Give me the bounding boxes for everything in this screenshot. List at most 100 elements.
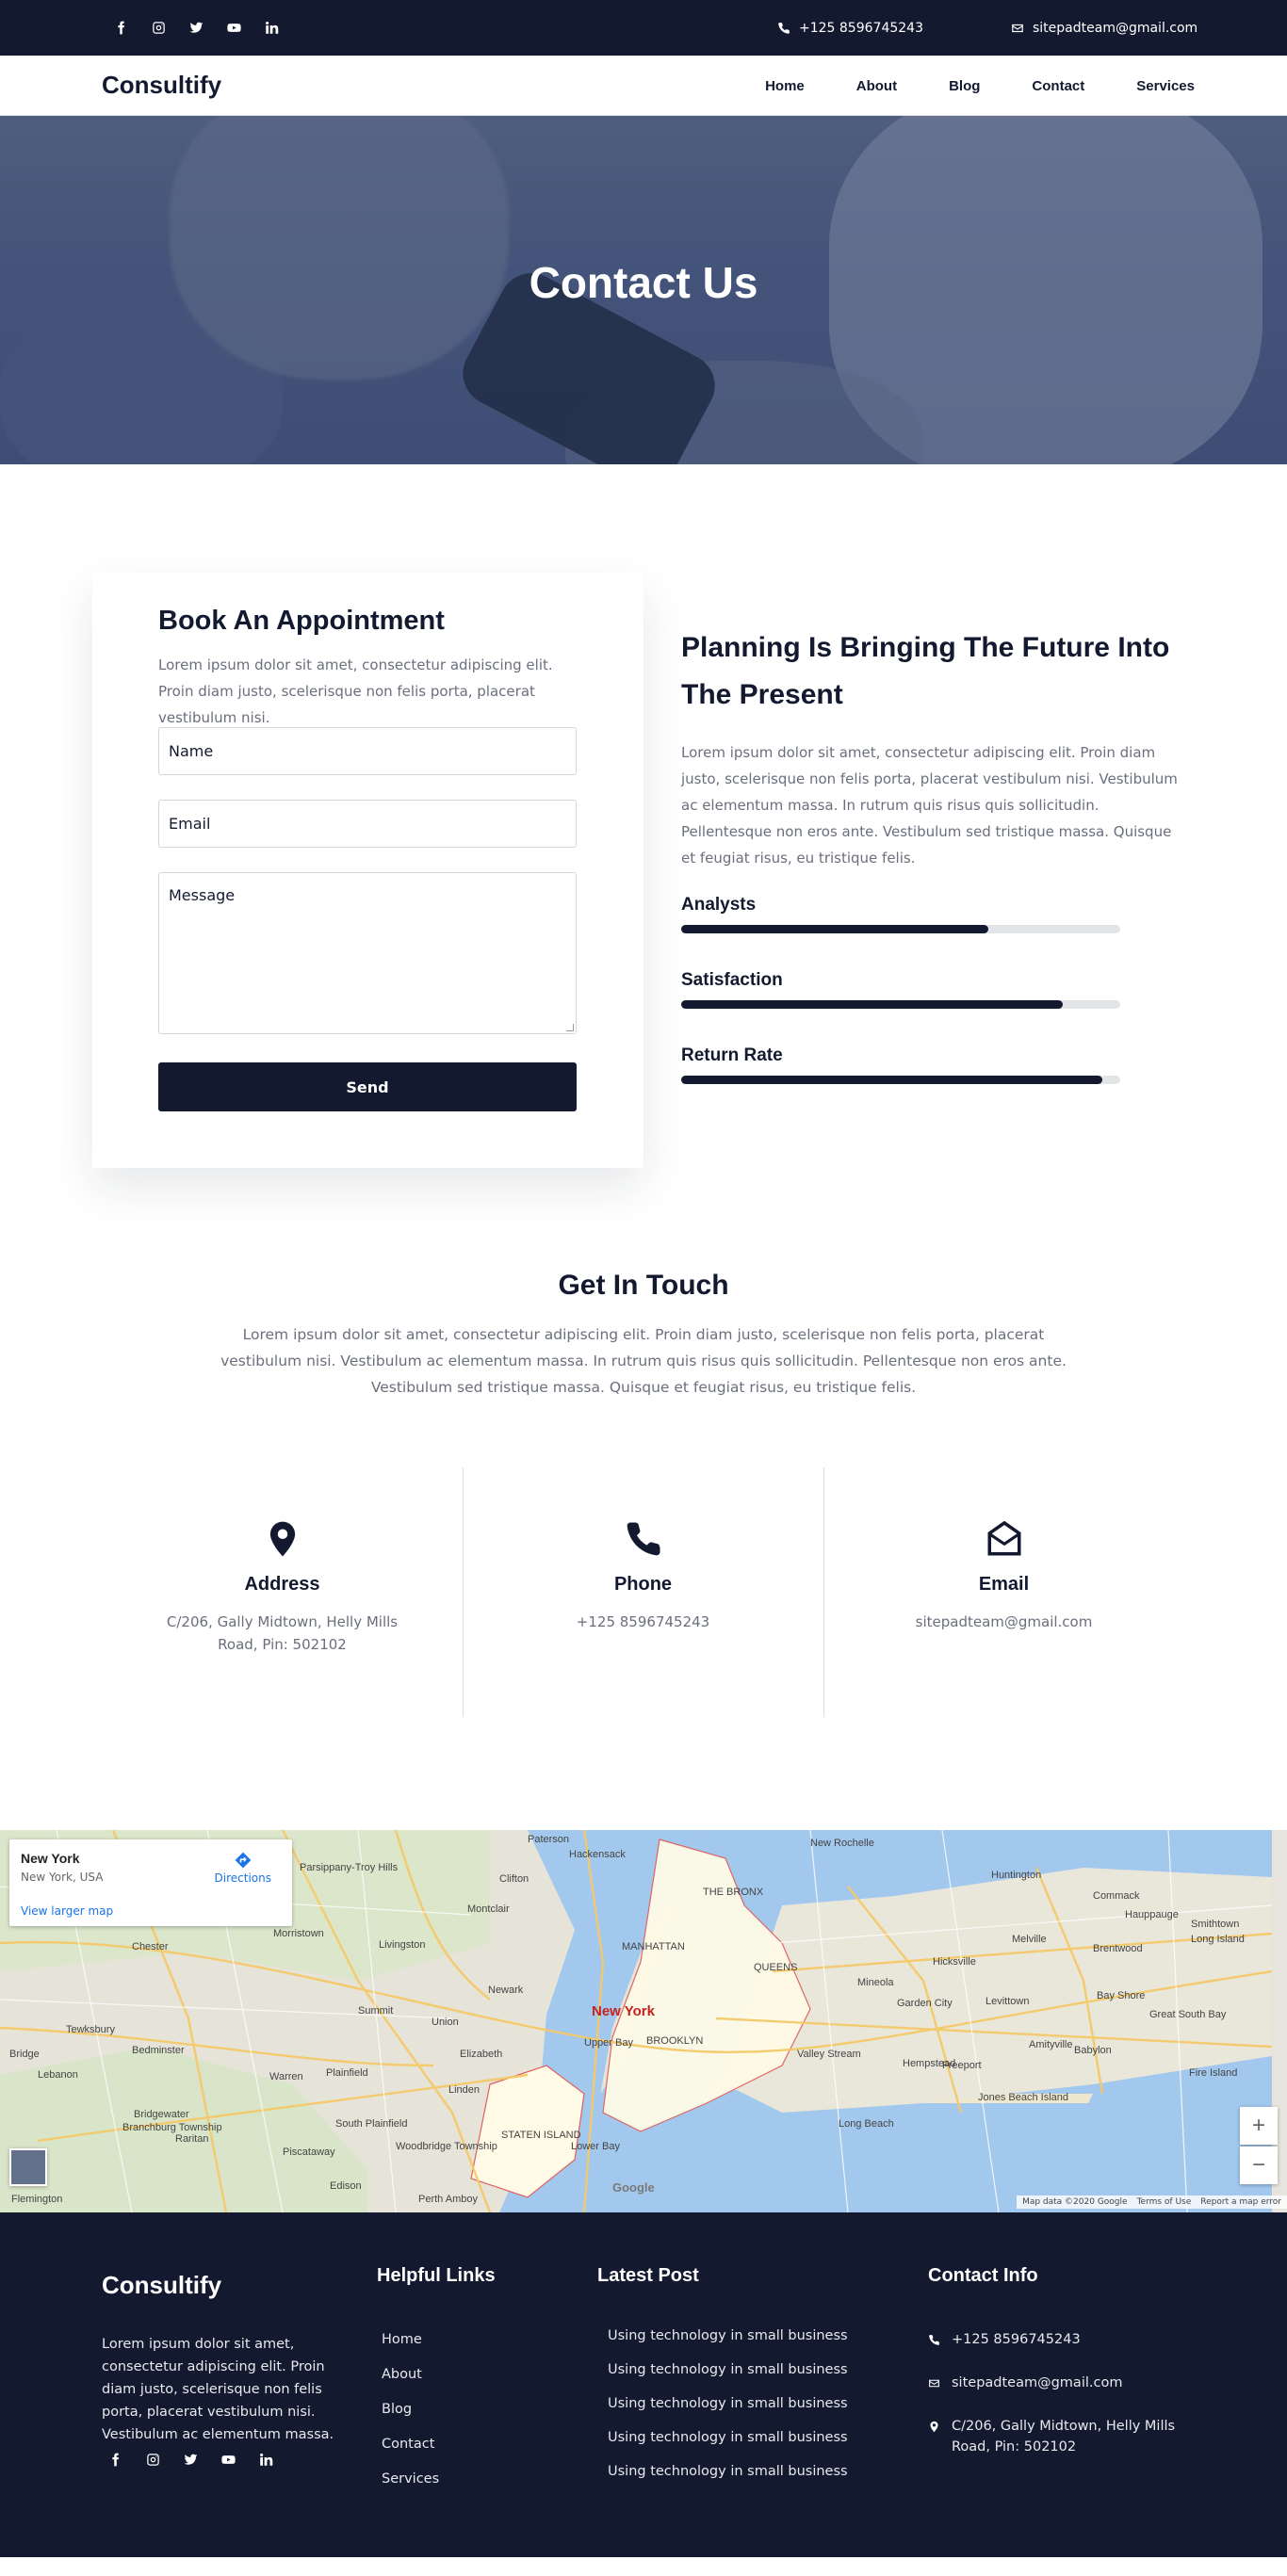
map-label: Babylon <box>1074 2045 1112 2056</box>
map-place-subtitle: New York, USA <box>21 1871 104 1884</box>
map-label: Valley Stream <box>797 2049 861 2060</box>
twitter-icon[interactable] <box>177 0 215 56</box>
touch-title: Get In Touch <box>558 1270 729 1301</box>
top-email[interactable]: sitepadteam@gmail.com <box>1011 0 1197 56</box>
map-label: Huntington <box>991 1870 1042 1881</box>
linkedin-icon[interactable] <box>247 2445 285 2473</box>
message-textarea[interactable]: Message <box>158 872 577 1034</box>
footer-post-link[interactable]: Using technology in small business <box>608 2362 848 2377</box>
name-input[interactable]: Name <box>158 727 577 775</box>
report-error-link[interactable]: Report a map error <box>1200 2197 1281 2207</box>
appointment-form-card: Book An Appointment Lorem ipsum dolor si… <box>92 573 644 1168</box>
top-social-links <box>102 0 290 56</box>
map-label: Long Beach <box>839 2118 894 2130</box>
map-data-text: Map data ©2020 Google <box>1022 2197 1128 2207</box>
map-label: Piscataway <box>283 2147 335 2158</box>
satellite-toggle[interactable] <box>9 2148 47 2186</box>
email-input[interactable]: Email <box>158 800 577 848</box>
map-label: South Plainfield <box>335 2118 408 2130</box>
map-label: Great South Bay <box>1149 2009 1227 2020</box>
map-label: New Rochelle <box>810 1838 874 1849</box>
appointment-text: Lorem ipsum dolor sit amet, consectetur … <box>158 656 553 726</box>
youtube-icon[interactable] <box>215 0 253 56</box>
footer-phone-text: +125 8596745243 <box>952 2332 1081 2347</box>
instagram-icon[interactable] <box>139 0 177 56</box>
map-label: Amityville <box>1029 2039 1073 2050</box>
map-place-title: New York <box>21 1851 80 1866</box>
linkedin-icon[interactable] <box>253 0 290 56</box>
map-label: Hackensack <box>569 1849 626 1860</box>
google-map[interactable]: Hackensack THE BRONX MANHATTAN QUEENS BR… <box>0 1830 1287 2212</box>
map-label: Fire Island <box>1189 2067 1238 2079</box>
map-label: STATEN ISLAND <box>501 2130 581 2141</box>
top-phone[interactable]: +125 8596745243 <box>777 0 923 56</box>
top-email-text: sitepadteam@gmail.com <box>1033 20 1198 36</box>
map-label: Smithtown <box>1191 1919 1240 1930</box>
map-label: Upper Bay <box>584 2037 633 2049</box>
footer-link-blog[interactable]: Blog <box>382 2402 412 2417</box>
top-bar: +125 8596745243 sitepadteam@gmail.com <box>0 0 1287 56</box>
twitter-icon[interactable] <box>171 2445 209 2473</box>
planning-title: Planning Is Bringing The Future Into The… <box>681 632 1170 710</box>
footer-link-about[interactable]: About <box>382 2367 422 2382</box>
planning-text: Lorem ipsum dolor sit amet, consectetur … <box>681 744 1178 867</box>
nav-item-about[interactable]: About <box>856 78 897 94</box>
zoom-out-button[interactable]: − <box>1240 2147 1278 2184</box>
map-label: Woodbridge Township <box>396 2141 497 2152</box>
instagram-icon[interactable] <box>134 2445 171 2473</box>
top-phone-text: +125 8596745243 <box>799 20 923 36</box>
footer-email[interactable]: sitepadteam@gmail.com <box>928 2373 1122 2393</box>
footer-post-link[interactable]: Using technology in small business <box>608 2464 848 2479</box>
footer-post-link[interactable]: Using technology in small business <box>608 2396 848 2411</box>
site-logo[interactable]: Consultify <box>102 71 221 100</box>
map-city-label: New York <box>592 2003 655 2019</box>
map-label: Bay Shore <box>1097 1990 1146 2001</box>
map-label: THE BRONX <box>703 1887 764 1898</box>
footer-logo[interactable]: Consultify <box>102 2271 221 2300</box>
footer-post-link[interactable]: Using technology in small business <box>608 2430 848 2445</box>
directions-icon <box>235 1852 252 1869</box>
map-label: Perth Amboy <box>418 2194 478 2205</box>
view-larger-map-link[interactable]: View larger map <box>21 1904 113 1918</box>
footer-link-services[interactable]: Services <box>382 2471 439 2487</box>
youtube-icon[interactable] <box>209 2445 247 2473</box>
contact-address: Address C/206, Gally Midtown, Helly Mill… <box>102 1467 463 1717</box>
nav-item-blog[interactable]: Blog <box>949 78 980 94</box>
footer-post-link[interactable]: Using technology in small business <box>608 2328 848 2343</box>
contact-email: Email sitepadteam@gmail.com <box>823 1467 1184 1717</box>
map-label: Livingston <box>379 1939 426 1951</box>
progress-track <box>681 1076 1120 1084</box>
skill-label: Return Rate <box>681 1045 783 1065</box>
map-place-card: New York New York, USA View larger map D… <box>9 1839 292 1926</box>
send-button[interactable]: Send <box>158 1062 577 1111</box>
map-label: Lower Bay <box>571 2141 620 2152</box>
contact-phone-value[interactable]: +125 8596745243 <box>521 1611 766 1633</box>
appointment-section: Book An Appointment Lorem ipsum dolor si… <box>0 464 1287 1270</box>
footer-link-home[interactable]: Home <box>382 2332 422 2347</box>
map-label: Levittown <box>986 1996 1030 2007</box>
footer-link-contact[interactable]: Contact <box>382 2437 434 2452</box>
map-label: Summit <box>358 2005 394 2017</box>
directions-button[interactable]: Directions <box>215 1851 271 1885</box>
footer-phone[interactable]: +125 8596745243 <box>928 2329 1081 2350</box>
resize-handle-icon[interactable] <box>566 1024 574 1031</box>
footer-about-text: Lorem ipsum dolor sit amet, consectetur … <box>102 2337 334 2442</box>
facebook-icon[interactable] <box>102 0 139 56</box>
map-label: Plainfield <box>326 2067 368 2079</box>
terms-link[interactable]: Terms of Use <box>1137 2197 1192 2207</box>
map-label: Brentwood <box>1093 1943 1143 1954</box>
map-label: Clifton <box>499 1873 529 1885</box>
nav-item-contact[interactable]: Contact <box>1032 78 1084 94</box>
map-label: Morristown <box>273 1928 324 1939</box>
contact-email-value[interactable]: sitepadteam@gmail.com <box>882 1611 1127 1633</box>
skill-label: Satisfaction <box>681 970 783 990</box>
phone-icon <box>627 1522 660 1556</box>
map-label: Garden City <box>897 1998 953 2009</box>
zoom-in-button[interactable]: + <box>1240 2107 1278 2145</box>
nav-item-services[interactable]: Services <box>1136 78 1195 94</box>
directions-label: Directions <box>214 1871 271 1885</box>
facebook-icon[interactable] <box>96 2445 134 2473</box>
nav-item-home[interactable]: Home <box>765 78 805 94</box>
footer-address: C/206, Gally Midtown, Helly Mills Road, … <box>928 2416 1192 2457</box>
map-label: Edison <box>330 2180 362 2192</box>
